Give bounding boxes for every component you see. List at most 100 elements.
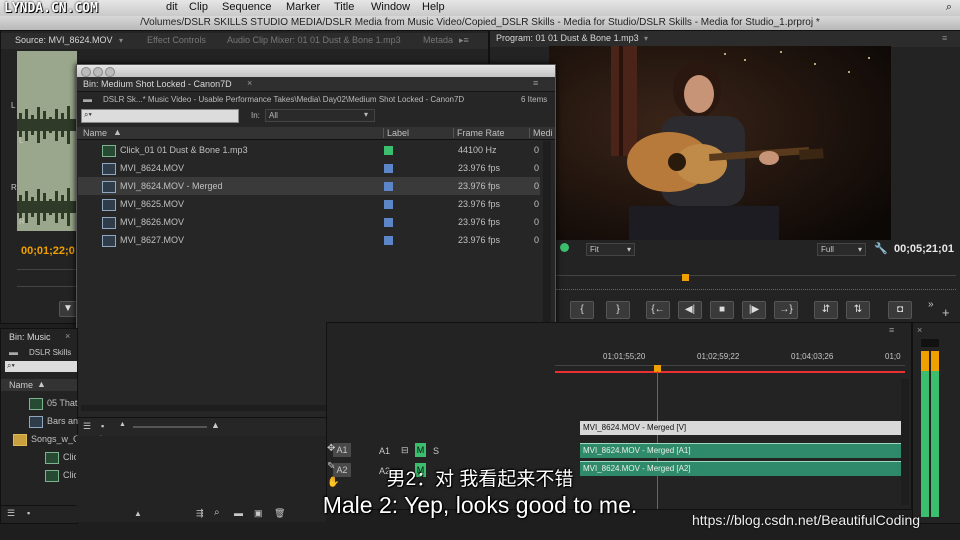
track-a1-mute[interactable]: M [415,443,426,457]
folder-icon [13,434,27,446]
chevron-down-icon[interactable]: ▾ [119,36,123,45]
panel-menu-icon[interactable]: ≡ [533,78,538,88]
video-clip-icon [102,181,116,193]
clip-audio-a1[interactable]: MVI_8624.MOV - Merged [A1] [580,443,903,458]
column-label[interactable]: Label [383,128,409,138]
in-filter-dropdown[interactable]: All ▾ [265,109,375,122]
lift-button[interactable]: ⇵ [814,301,838,319]
tab-program[interactable]: Program: 01 01 Dust & Bone 1.mp3 [496,33,639,43]
column-frame-rate[interactable]: Frame Rate [453,128,505,138]
menu-clip[interactable]: Clip [189,1,208,13]
tab-effect-controls[interactable]: Effect Controls [147,35,206,45]
track-a1-source[interactable]: A1 [379,446,390,456]
step-back-button[interactable]: ◀| [678,301,702,319]
source-scrub-bar[interactable] [17,269,77,287]
track-a1-solo[interactable]: S [433,446,439,456]
source-timecode[interactable]: 00;01;22;0 [21,245,75,257]
bin-row-frame-rate: 23.976 fps [458,235,501,245]
playhead-marker[interactable] [682,274,689,281]
search-icon[interactable]: ⌕ [946,1,952,14]
audio-clip-icon [102,145,116,157]
menu-window[interactable]: Window [371,1,410,13]
panel-menu-icon[interactable]: ≡ [889,325,894,335]
clip-video-label: MVI_8624.MOV - Merged [V] [583,423,687,432]
more-controls-icon[interactable]: » [928,299,934,310]
mark-in-button[interactable]: { [570,301,594,319]
bin-row[interactable]: MVI_8627.MOV 23.976 fps 0 [78,231,540,249]
step-forward-button[interactable]: |▶ [742,301,766,319]
column-media[interactable]: Medi [529,128,553,138]
camera-icon[interactable]: ◘ [888,301,912,319]
menu-marker[interactable]: Marker [286,1,320,13]
label-color-swatch[interactable] [384,200,393,209]
bin-row[interactable]: MVI_8626.MOV 23.976 fps 0 [78,213,540,231]
tab-source[interactable]: Source: MVI_8624.MOV [15,35,113,45]
panel-menu-icon[interactable]: ▸≡ [459,35,469,46]
close-tab-icon[interactable]: × [247,78,252,88]
waveform-graphic [17,106,77,226]
tab-metadata[interactable]: Metada [423,35,453,45]
stop-button[interactable]: ■ [710,301,734,319]
go-to-in-button[interactable]: {← [646,301,670,319]
menu-sequence[interactable]: Sequence [222,1,272,13]
close-tab-icon[interactable]: × [65,331,70,341]
close-icon[interactable] [81,67,91,77]
column-name[interactable]: Name [9,380,33,390]
mark-out-button[interactable]: } [606,301,630,319]
bin-row-media: 0 [534,235,540,245]
minimize-icon[interactable] [93,67,103,77]
vu-clip-indicator [921,339,939,347]
clip-video[interactable]: MVI_8624.MOV - Merged [V] [580,421,903,435]
project-list-item[interactable]: 05 That [1,395,211,411]
video-clip-icon [102,199,116,211]
bin-row[interactable]: MVI_8624.MOV 23.976 fps 0 [78,159,540,177]
add-marker-button[interactable]: ▼ [59,301,77,317]
move-tool-icon[interactable]: ✥ [327,443,335,454]
program-timecode[interactable]: 00;05;21;01 [894,243,954,255]
label-color-swatch[interactable] [384,164,393,173]
zoom-icon[interactable] [105,67,115,77]
work-area-bar[interactable] [555,371,905,373]
timeline-ruler[interactable]: 01;01;55;20 01;02;59;22 01;04;03;26 01;0 [555,351,905,366]
bin-search-input[interactable]: ⌕▾ [81,109,239,123]
sort-ascending-icon: ▲ [113,127,122,137]
add-button[interactable]: + [942,305,950,320]
label-color-swatch[interactable] [384,182,393,191]
audio-clip-icon [29,398,43,410]
performer-image [549,46,891,240]
quality-value: Full [821,245,834,254]
bin-row[interactable]: MVI_8624.MOV - Merged 23.976 fps 0 [78,177,540,195]
wrench-icon[interactable]: 🔧 [874,242,888,255]
project-search-input[interactable]: ⌕▾ [5,361,77,372]
video-clip-icon [102,235,116,247]
quality-dropdown[interactable]: Full ▾ [817,243,866,256]
label-color-swatch[interactable] [384,236,393,245]
zoom-in-icon[interactable]: ▲ [211,420,220,430]
bin-row[interactable]: MVI_8625.MOV 23.976 fps 0 [78,195,540,213]
sync-lock-icon[interactable]: ⊟ [401,445,409,456]
menu-edit[interactable]: dit [166,1,178,13]
fit-dropdown[interactable]: Fit ▾ [586,243,635,256]
clip-a1-label: MVI_8624.MOV - Merged [A1] [583,446,691,455]
panel-menu-icon[interactable]: ≡ [942,33,947,43]
menu-help[interactable]: Help [422,1,445,13]
folder-icon: ▬ [9,347,18,357]
close-tab-icon[interactable]: × [917,325,922,335]
project-list-item[interactable]: Bars an [1,413,211,429]
bin-tab[interactable]: Bin: Medium Shot Locked - Canon7D [83,79,232,89]
bin-row-frame-rate: 23.976 fps [458,163,501,173]
column-name[interactable]: Name [83,128,107,138]
go-to-out-button[interactable]: →} [774,301,798,319]
label-color-swatch[interactable] [384,146,393,155]
tab-audio-clip-mixer[interactable]: Audio Clip Mixer: 01 01 Dust & Bone 1.mp… [227,35,401,45]
bin-row-frame-rate: 23.976 fps [458,217,501,227]
bin-row[interactable]: Click_01 01 Dust & Bone 1.mp3 44100 Hz 0 [78,141,540,159]
tab-bin-music[interactable]: Bin: Music [9,332,51,342]
chevron-down-icon[interactable]: ▾ [644,34,648,43]
menu-title[interactable]: Title [334,1,354,13]
bin-row-name: MVI_8624.MOV [120,163,185,173]
bin-row-name: Click_01 01 Dust & Bone 1.mp3 [120,145,248,155]
bin-row-media: 0 [534,181,540,191]
extract-button[interactable]: ⇅ [846,301,870,319]
label-color-swatch[interactable] [384,218,393,227]
